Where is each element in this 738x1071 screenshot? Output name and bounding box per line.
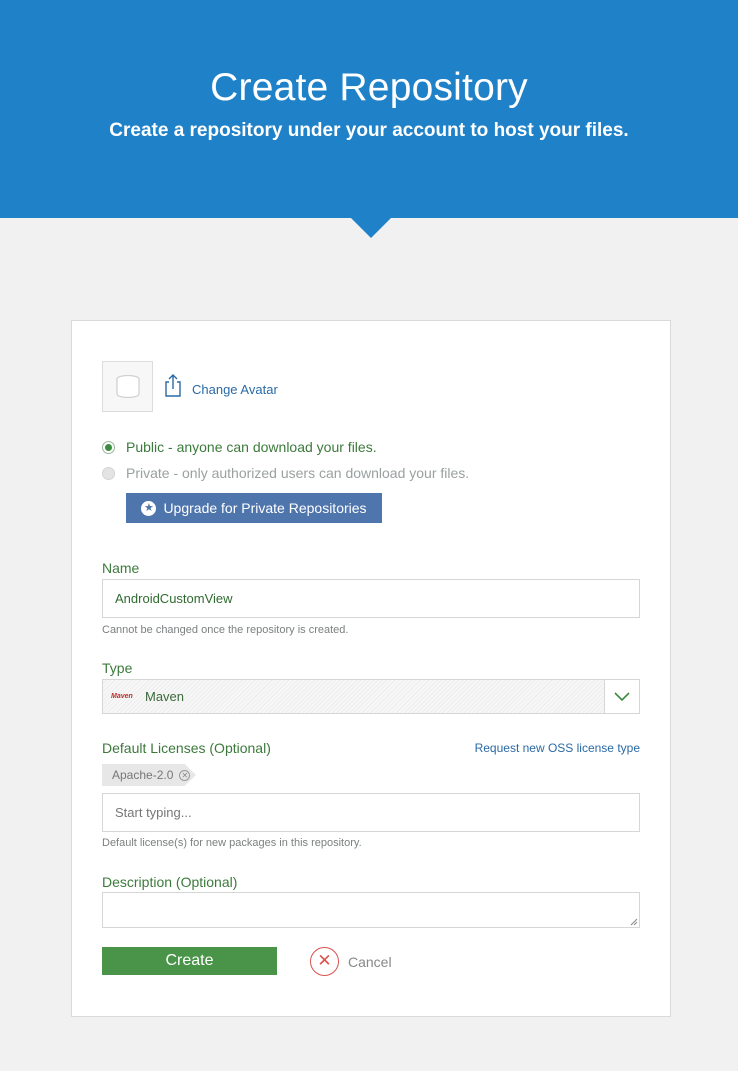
- private-radio: [102, 466, 115, 480]
- private-radio-label: Private - only authorized users can down…: [126, 465, 470, 481]
- repository-avatar: [102, 361, 153, 412]
- cancel-button[interactable]: ✕ Cancel: [310, 947, 392, 976]
- upgrade-private-button[interactable]: ★ Upgrade for Private Repositories: [126, 493, 382, 523]
- chevron-down-icon: [614, 691, 630, 701]
- remove-tag-icon[interactable]: ✕: [179, 769, 191, 781]
- description-label: Description (Optional): [102, 874, 238, 890]
- close-icon: ✕: [310, 947, 339, 976]
- page-subtitle: Create a repository under your account t…: [109, 120, 629, 141]
- licenses-label: Default Licenses (Optional): [102, 740, 271, 756]
- change-avatar-button[interactable]: Change Avatar: [164, 373, 278, 397]
- public-radio-label: Public - anyone can download your files.: [126, 439, 377, 455]
- license-tag-label: Apache-2.0: [112, 768, 174, 782]
- create-button[interactable]: Create: [102, 947, 277, 975]
- change-avatar-label: Change Avatar: [192, 381, 278, 397]
- database-icon: [115, 374, 140, 398]
- name-input[interactable]: [102, 579, 640, 618]
- header-pointer: [351, 218, 391, 238]
- type-dropdown-toggle[interactable]: [604, 680, 639, 713]
- license-search-input[interactable]: [102, 793, 640, 832]
- resize-handle-icon[interactable]: [628, 916, 638, 926]
- visibility-private-option: Private - only authorized users can down…: [102, 465, 469, 481]
- create-repository-form: Change Avatar Public - anyone can downlo…: [71, 320, 671, 1017]
- license-tag: Apache-2.0 ✕: [102, 764, 196, 786]
- visibility-public-option[interactable]: Public - anyone can download your files.: [102, 439, 377, 455]
- name-label: Name: [102, 560, 140, 576]
- type-select[interactable]: Maven Maven: [102, 679, 640, 714]
- page-title: Create Repository: [210, 66, 528, 109]
- type-select-value: Maven: [145, 689, 185, 704]
- page-header: Create Repository Create a repository un…: [0, 0, 738, 218]
- star-icon: ★: [141, 500, 157, 516]
- maven-logo: Maven: [111, 693, 133, 700]
- upload-icon: [165, 374, 181, 397]
- name-help-text: Cannot be changed once the repository is…: [102, 624, 349, 636]
- type-label: Type: [102, 660, 133, 676]
- public-radio[interactable]: [102, 440, 115, 454]
- upgrade-button-label: Upgrade for Private Repositories: [163, 500, 367, 516]
- description-textarea[interactable]: [102, 892, 640, 928]
- licenses-help-text: Default license(s) for new packages in t…: [102, 837, 362, 849]
- cancel-label: Cancel: [348, 953, 392, 970]
- request-license-link[interactable]: Request new OSS license type: [475, 741, 640, 755]
